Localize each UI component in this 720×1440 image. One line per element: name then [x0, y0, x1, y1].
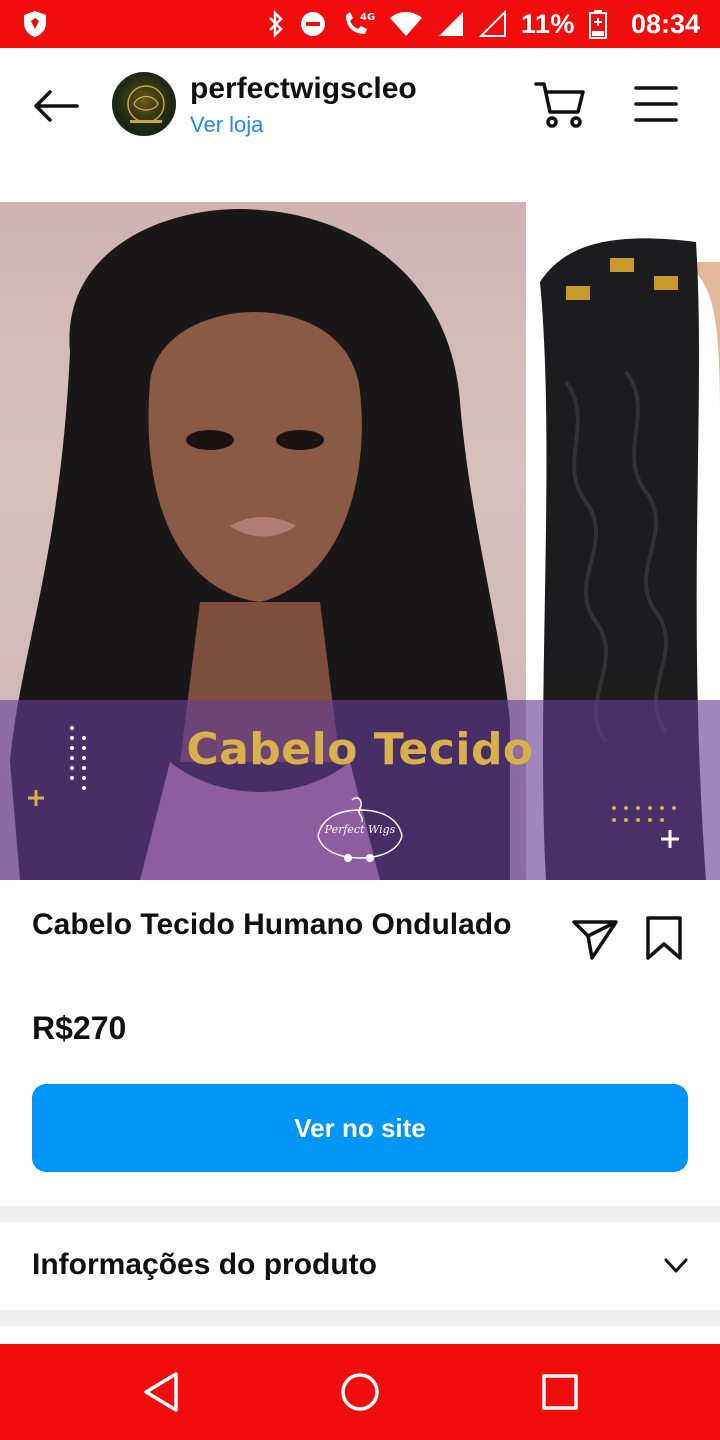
nav-recent-button[interactable]: [538, 1370, 582, 1414]
bluetooth-icon: [268, 10, 283, 38]
shop-avatar[interactable]: [112, 72, 176, 136]
status-left: [20, 9, 50, 39]
section-divider: [0, 1206, 720, 1222]
status-right: 4G 11% 08:34: [267, 9, 700, 40]
shop-name[interactable]: perfectwigscleo: [190, 72, 417, 106]
view-store-link[interactable]: Ver loja: [190, 112, 263, 138]
cart-button[interactable]: [532, 78, 588, 130]
clock: 08:34: [630, 8, 700, 39]
share-button[interactable]: [570, 914, 620, 964]
call-4g-icon: 4G: [345, 12, 375, 34]
wifi-icon: [389, 12, 422, 36]
product-price: R$270: [32, 1010, 127, 1046]
signal-icon: [438, 12, 463, 36]
bookmark-icon: [646, 916, 682, 960]
status-bar: 4G 11% 08:34: [0, 0, 720, 48]
do-not-disturb-icon: [300, 12, 325, 36]
section-divider-2: [0, 1310, 720, 1326]
nav-back-button[interactable]: [140, 1370, 184, 1414]
next-section: [0, 1326, 720, 1344]
nav-recent-apps-icon: [542, 1374, 578, 1410]
back-arrow-icon: [34, 90, 79, 122]
product-info-label: Informações do produto: [32, 1248, 377, 1281]
shop-logo-icon: [127, 85, 165, 123]
nav-home-icon: [341, 1373, 379, 1411]
back-button[interactable]: [28, 84, 82, 128]
save-button[interactable]: [642, 914, 686, 964]
shield-app-icon: [24, 11, 46, 37]
cart-icon: [534, 82, 585, 128]
menu-button[interactable]: [632, 84, 680, 124]
product-info-row[interactable]: Informações do produto: [0, 1222, 720, 1310]
battery-percent: 11%: [520, 8, 575, 39]
chevron-down-icon: [664, 1258, 688, 1273]
battery-low-icon: [588, 10, 607, 39]
banner-logo-text: Perfect Wigs: [324, 823, 396, 836]
signal-empty-icon: [478, 10, 506, 37]
view-on-site-button[interactable]: Ver no site: [32, 1084, 688, 1172]
product-title: Cabelo Tecido Humano Ondulado: [32, 908, 512, 941]
menu-icon: [634, 86, 678, 122]
nav-home-button[interactable]: [338, 1370, 382, 1414]
banner-title: Cabelo Tecido: [186, 724, 534, 775]
nav-back-icon: [144, 1372, 178, 1412]
share-icon: [572, 920, 618, 960]
app-header: perfectwigscleo Ver loja: [0, 48, 720, 160]
product-image[interactable]: Cabelo Tecido Perfect Wigs: [0, 202, 720, 880]
system-nav-bar: [0, 1344, 720, 1440]
network-badge: 4G: [360, 12, 375, 23]
